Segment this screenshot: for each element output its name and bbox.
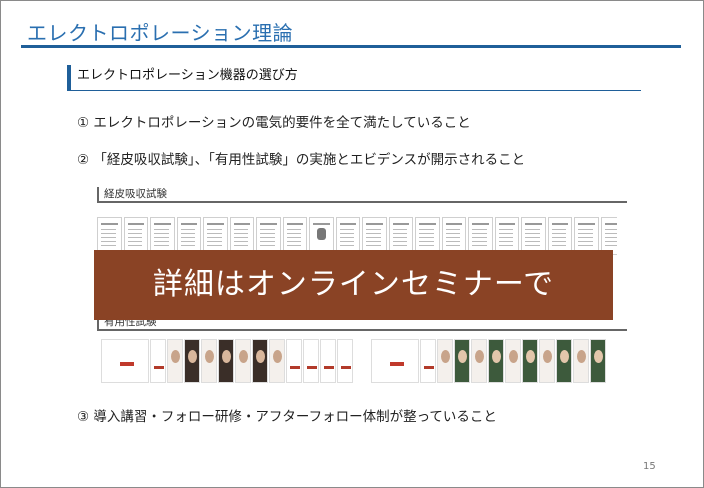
face-photo bbox=[269, 339, 285, 383]
report-thumbnail bbox=[286, 339, 302, 383]
face-photo bbox=[201, 339, 217, 383]
criterion-3: ③ 導入講習・フォロー研修・アフターフォロー体制が整っていること bbox=[77, 409, 497, 425]
face-photo bbox=[505, 339, 521, 383]
face-photo bbox=[218, 339, 234, 383]
face-photo bbox=[167, 339, 183, 383]
face-photo bbox=[471, 339, 487, 383]
report-thumbnail bbox=[303, 339, 319, 383]
report-thumbnail bbox=[337, 339, 353, 383]
face-photo bbox=[184, 339, 200, 383]
criterion-1: ① エレクトロポレーションの電気的要件を全て満たしていること bbox=[77, 115, 471, 131]
report-thumbnail bbox=[371, 339, 419, 383]
face-photo bbox=[454, 339, 470, 383]
criterion-2: ② 「経皮吸収試験」、「有用性試験」の実施とエビデンスが開示されること bbox=[77, 152, 526, 168]
face-photo bbox=[522, 339, 538, 383]
slide: エレクトロポレーション理論 エレクトロポレーション機器の選び方 ① エレクトロポ… bbox=[0, 0, 704, 488]
section-heading: エレクトロポレーション機器の選び方 bbox=[67, 65, 641, 91]
face-photo bbox=[556, 339, 572, 383]
seminar-overlay-banner: 詳細はオンラインセミナーで bbox=[94, 250, 613, 320]
face-photo bbox=[590, 339, 606, 383]
subheading-absorption-test: 経皮吸収試験 bbox=[97, 187, 627, 203]
face-photo bbox=[235, 339, 251, 383]
title-rule bbox=[21, 45, 681, 48]
report-thumbnail bbox=[420, 339, 436, 383]
efficacy-test-photos-right bbox=[371, 339, 623, 383]
face-photo bbox=[252, 339, 268, 383]
efficacy-test-photos-left bbox=[101, 339, 363, 383]
report-thumbnail bbox=[320, 339, 336, 383]
report-thumbnail bbox=[101, 339, 149, 383]
page-number: 15 bbox=[643, 461, 656, 472]
face-photo bbox=[539, 339, 555, 383]
report-thumbnail bbox=[150, 339, 166, 383]
face-photo bbox=[488, 339, 504, 383]
face-photo bbox=[573, 339, 589, 383]
face-photo bbox=[437, 339, 453, 383]
slide-title: エレクトロポレーション理論 bbox=[27, 21, 294, 45]
